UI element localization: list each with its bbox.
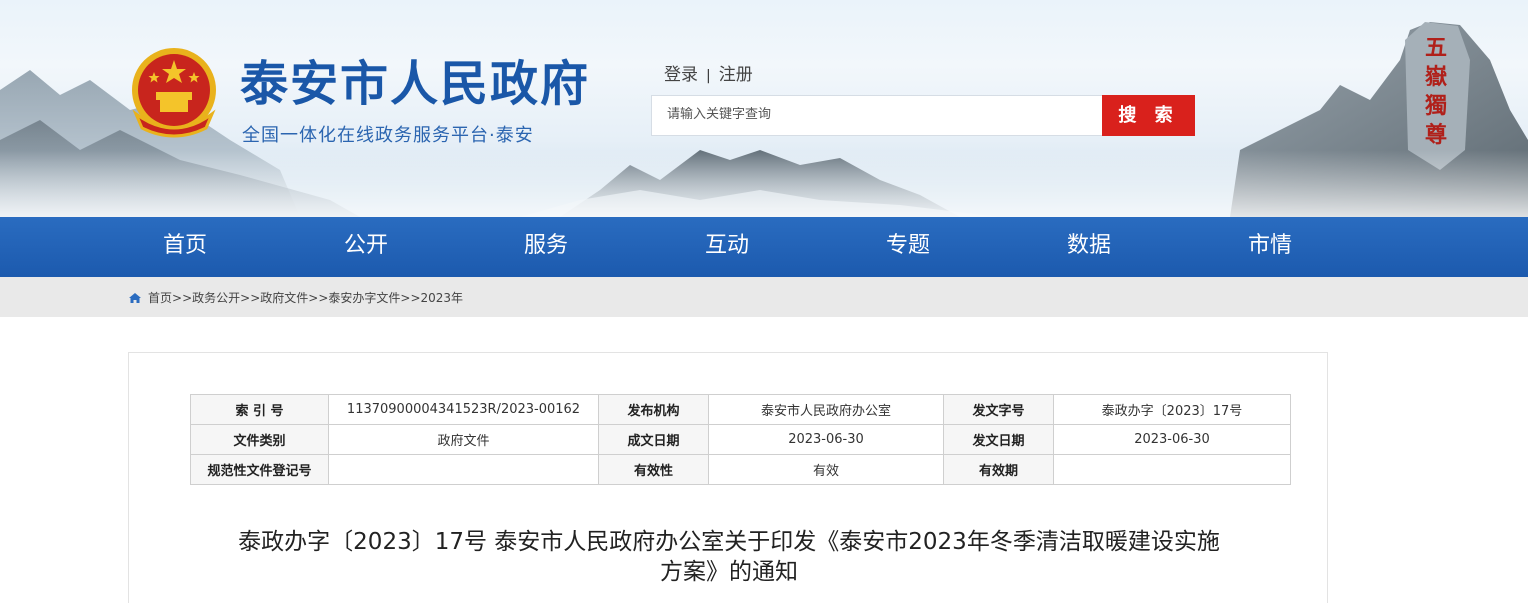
nav-item-interaction[interactable]: 互动 (667, 217, 787, 277)
national-emblem-icon (132, 48, 216, 138)
nav-item-city-info[interactable]: 市情 (1210, 217, 1330, 277)
breadcrumb-separator: >> (240, 291, 261, 305)
meta-value-index-no: 11370900004341523R/2023-00162 (328, 394, 599, 425)
register-link[interactable]: 注册 (719, 60, 753, 85)
document-title-line-1: 泰政办字〔2023〕17号 泰安市人民政府办公室关于印发《泰安市2023年冬季清… (238, 529, 1220, 555)
meta-key-index-no: 索 引 号 (190, 394, 329, 425)
main-nav: 首页 公开 服务 互动 专题 数据 市情 (0, 217, 1528, 277)
site-header: 五 嶽 獨 尊 泰安市人民政府 全国一体化在线政务服务平台·泰安 登录 | 注册 搜… (0, 0, 1528, 217)
document-title: 泰政办字〔2023〕17号 泰安市人民政府办公室关于印发《泰安市2023年冬季清… (159, 527, 1299, 587)
auth-separator: | (706, 68, 711, 84)
document-title-line-2: 方案》的通知 (660, 559, 798, 585)
document-metadata-table: 索 引 号 11370900004341523R/2023-00162 发布机构… (190, 394, 1291, 485)
table-row: 文件类别 政府文件 成文日期 2023-06-30 发文日期 2023-06-3… (190, 424, 1291, 455)
meta-value-written-date: 2023-06-30 (708, 424, 944, 455)
breadcrumb-separator: >> (400, 291, 421, 305)
svg-text:嶽: 嶽 (1425, 64, 1447, 90)
breadcrumb-item-office-docs[interactable]: 泰安办字文件 (328, 291, 400, 305)
meta-key-validity: 有效性 (598, 454, 709, 485)
breadcrumb-item-year[interactable]: 2023年 (421, 291, 464, 305)
site-title: 泰安市人民政府 (240, 56, 591, 112)
breadcrumb-item-gov-docs[interactable]: 政府文件 (260, 291, 308, 305)
svg-text:五: 五 (1425, 35, 1447, 61)
meta-value-doc-category: 政府文件 (328, 424, 599, 455)
login-link[interactable]: 登录 (664, 60, 698, 85)
meta-value-doc-number: 泰政办字〔2023〕17号 (1053, 394, 1291, 425)
search-box[interactable] (651, 95, 1103, 136)
breadcrumb-separator: >> (172, 291, 193, 305)
svg-text:獨: 獨 (1424, 93, 1447, 119)
breadcrumb-bar: 首页>>政务公开>>政府文件>>泰安办字文件>>2023年 (0, 277, 1528, 317)
meta-key-doc-number: 发文字号 (943, 394, 1054, 425)
search-button[interactable]: 搜 索 (1102, 95, 1195, 136)
nav-item-home[interactable]: 首页 (125, 217, 245, 277)
nav-item-topics[interactable]: 专题 (848, 217, 968, 277)
nav-item-open[interactable]: 公开 (306, 217, 426, 277)
site-subtitle: 全国一体化在线政务服务平台·泰安 (242, 125, 534, 146)
meta-value-registration-no (328, 454, 599, 485)
table-row: 规范性文件登记号 有效性 有效 有效期 (190, 454, 1291, 485)
meta-key-issue-date: 发文日期 (943, 424, 1054, 455)
meta-value-valid-period (1053, 454, 1291, 485)
document-card: 索 引 号 11370900004341523R/2023-00162 发布机构… (128, 352, 1328, 603)
breadcrumb-item-gov-affairs[interactable]: 政务公开 (192, 291, 240, 305)
meta-key-registration-no: 规范性文件登记号 (190, 454, 329, 485)
svg-text:尊: 尊 (1425, 122, 1447, 148)
auth-links: 登录 | 注册 (664, 60, 753, 85)
meta-value-validity: 有效 (708, 454, 944, 485)
meta-key-written-date: 成文日期 (598, 424, 709, 455)
meta-key-doc-category: 文件类别 (190, 424, 329, 455)
breadcrumb-item-home[interactable]: 首页 (148, 291, 172, 305)
breadcrumb: 首页>>政务公开>>政府文件>>泰安办字文件>>2023年 (128, 289, 463, 306)
meta-value-issue-date: 2023-06-30 (1053, 424, 1291, 455)
nav-item-service[interactable]: 服务 (486, 217, 606, 277)
home-icon (129, 293, 141, 303)
search-input[interactable] (667, 107, 1087, 122)
meta-key-publisher: 发布机构 (598, 394, 709, 425)
table-row: 索 引 号 11370900004341523R/2023-00162 发布机构… (190, 394, 1291, 425)
meta-key-valid-period: 有效期 (943, 454, 1054, 485)
breadcrumb-separator: >> (308, 291, 329, 305)
nav-item-data[interactable]: 数据 (1029, 217, 1149, 277)
meta-value-publisher: 泰安市人民政府办公室 (708, 394, 944, 425)
